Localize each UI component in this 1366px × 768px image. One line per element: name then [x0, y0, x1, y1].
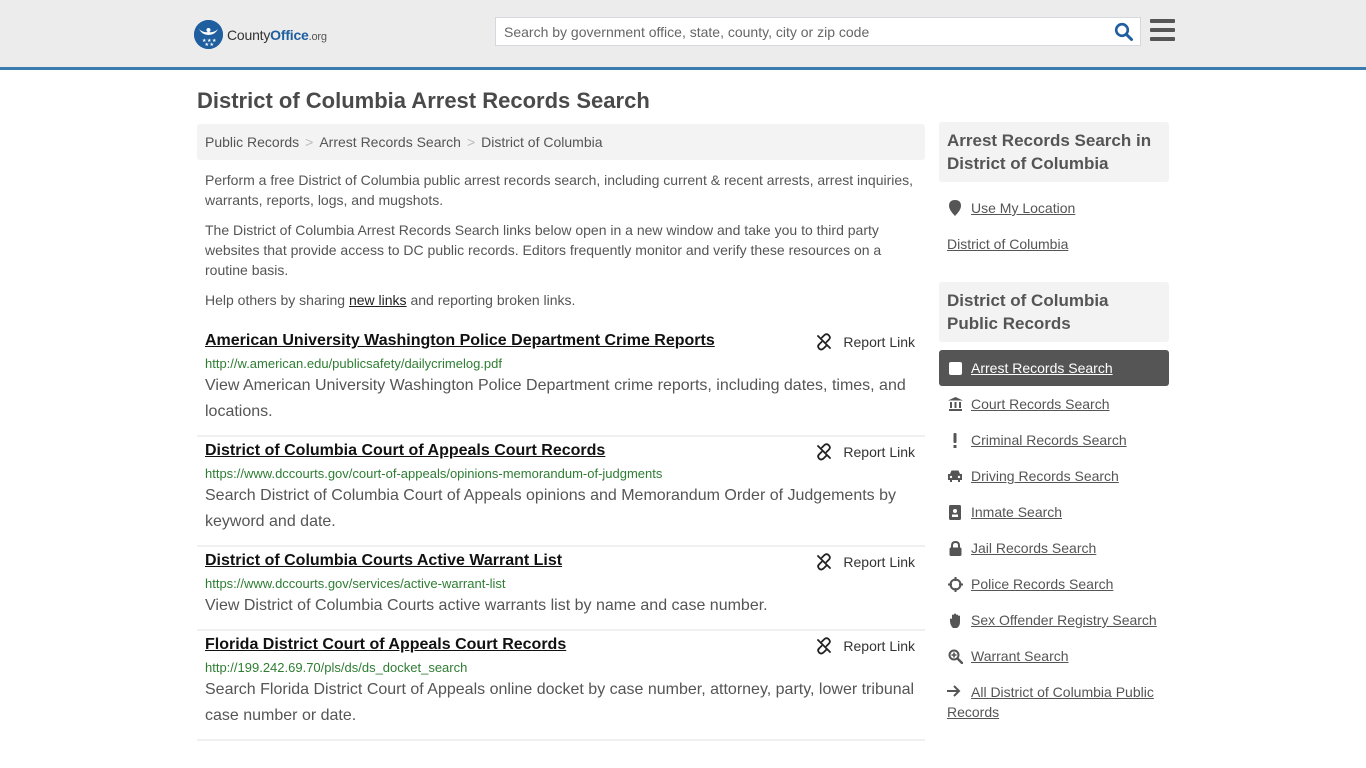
intro-paragraph-1: Perform a free District of Columbia publ…	[205, 172, 914, 208]
result-item: Florida District Court of Appeals Court …	[197, 631, 925, 741]
results-list: American University Washington Police De…	[197, 327, 925, 741]
report-link-button[interactable]: Report Link	[815, 553, 915, 571]
intro-paragraph-2: The District of Columbia Arrest Records …	[205, 222, 882, 278]
new-links-link[interactable]: new links	[349, 292, 407, 308]
result-url: http://199.242.69.70/pls/ds/ds_docket_se…	[205, 660, 468, 675]
broken-link-icon	[817, 553, 832, 571]
breadcrumb: Public Records > Arrest Records Search > Dis…	[197, 124, 925, 160]
logo-org: .org	[308, 30, 327, 43]
district-of-columbia-link[interactable]: District of Columbia	[947, 236, 1068, 252]
report-link-label: Report Link	[843, 554, 915, 570]
svg-text:★: ★	[210, 42, 215, 48]
result-title-link[interactable]: Florida District Court of Appeals Court …	[205, 635, 566, 655]
sidebar-item-all-public-records[interactable]: All District of Columbia Public Records	[939, 674, 1169, 730]
result-title-link[interactable]: District of Columbia Courts Active Warra…	[205, 551, 562, 571]
exclamation-icon	[947, 432, 963, 448]
hand-icon	[947, 613, 963, 628]
sidebar-item-inmate-search[interactable]: Inmate Search	[939, 494, 1169, 530]
crosshairs-icon	[947, 576, 963, 592]
sidebar-item-arrest-records[interactable]: Arrest Records Search	[939, 350, 1169, 386]
map-marker-icon	[947, 200, 963, 216]
sidebar-item-driving-records[interactable]: Driving Records Search	[939, 458, 1169, 494]
logo-county: County	[227, 26, 271, 43]
breadcrumb-separator: >	[305, 134, 314, 150]
eagle-logo-icon: ★ ★ ★ ★ ★	[194, 20, 223, 49]
car-icon	[947, 470, 963, 482]
report-link-button[interactable]: Report Link	[815, 637, 915, 655]
sidebar-item-criminal-records[interactable]: Criminal Records Search	[939, 422, 1169, 458]
logo-office: Office	[270, 26, 309, 43]
result-url: http://w.american.edu/publicsafety/daily…	[205, 356, 502, 371]
use-my-location[interactable]: Use My Location	[939, 190, 1169, 226]
site-logo[interactable]: ★ ★ ★ ★ ★ CountyOffice.org	[194, 20, 327, 49]
breadcrumb-arrest-records[interactable]: Arrest Records Search	[319, 134, 461, 150]
all-public-records-link[interactable]: All District of Columbia Public Records	[947, 684, 1154, 720]
intro-p3-text-after: and reporting broken links.	[406, 292, 576, 308]
id-badge-icon	[947, 504, 963, 520]
sidebar: Arrest Records Search in District of Col…	[939, 122, 1169, 730]
result-description: Search District of Columbia Court of App…	[205, 487, 897, 530]
search-input[interactable]	[496, 18, 1106, 45]
sidebar-item-court-records[interactable]: Court Records Search	[939, 386, 1169, 422]
sidebar-item-sex-offender-registry[interactable]: Sex Offender Registry Search	[939, 602, 1169, 638]
intro-p3-text: Help others by sharing	[205, 292, 349, 308]
sidebar-item-warrant-search[interactable]: Warrant Search	[939, 638, 1169, 674]
sidebar-item-label[interactable]: Sex Offender Registry Search	[971, 612, 1157, 628]
broken-link-icon	[817, 637, 832, 655]
sidebar-item-label[interactable]: Police Records Search	[971, 576, 1113, 592]
result-item: District of Columbia Courts Active Warra…	[197, 547, 925, 631]
sidebar-item-label[interactable]: Criminal Records Search	[971, 432, 1127, 448]
sidebar-item-jail-records[interactable]: Jail Records Search	[939, 530, 1169, 566]
breadcrumb-public-records[interactable]: Public Records	[205, 134, 299, 150]
page-title: District of Columbia Arrest Records Sear…	[197, 88, 650, 113]
sidebar-item-label[interactable]: Inmate Search	[971, 504, 1062, 520]
report-link-label: Report Link	[843, 638, 915, 654]
broken-link-icon	[817, 443, 832, 461]
sidebar-item-label[interactable]: Jail Records Search	[971, 540, 1096, 556]
sidebar-item-label[interactable]: Warrant Search	[971, 648, 1069, 664]
intro-text: Perform a free District of Columbia publ…	[205, 170, 920, 320]
result-item: American University Washington Police De…	[197, 327, 925, 437]
search-button[interactable]	[1114, 22, 1134, 42]
use-my-location-link[interactable]: Use My Location	[971, 200, 1075, 216]
intro-paragraph-3: Help others by sharing new links and rep…	[205, 290, 920, 310]
logo-text: CountyOffice.org	[227, 27, 327, 43]
report-link-label: Report Link	[843, 444, 915, 460]
sidebar-location-heading: Arrest Records Search in District of Col…	[939, 122, 1169, 182]
result-title-link[interactable]: District of Columbia Court of Appeals Co…	[205, 441, 605, 461]
location-link-row: District of Columbia	[939, 226, 1169, 262]
result-description: Search Florida District Court of Appeals…	[205, 681, 915, 724]
report-link-button[interactable]: Report Link	[815, 333, 915, 351]
result-url: https://www.dccourts.gov/court-of-appeal…	[205, 466, 663, 481]
hamburger-menu-icon[interactable]	[1150, 19, 1175, 41]
square-icon	[947, 361, 963, 375]
zoom-in-icon	[947, 649, 963, 664]
arrow-right-icon	[947, 682, 963, 702]
sidebar-public-records-heading: District of Columbia Public Records	[939, 282, 1169, 342]
result-url: https://www.dccourts.gov/services/active…	[205, 576, 506, 591]
breadcrumb-separator: >	[466, 134, 476, 150]
result-description: View American University Washington Poli…	[205, 377, 906, 420]
report-link-button[interactable]: Report Link	[815, 443, 915, 461]
top-header: ★ ★ ★ ★ ★ CountyOffice.org	[0, 0, 1366, 70]
broken-link-icon	[817, 333, 832, 351]
sidebar-item-label[interactable]: Driving Records Search	[971, 468, 1119, 484]
lock-icon	[947, 540, 963, 556]
result-description: View District of Columbia Courts active …	[205, 597, 768, 614]
breadcrumb-district-of-columbia[interactable]: District of Columbia	[481, 134, 602, 150]
search-icon	[1114, 22, 1133, 41]
search-bar	[495, 17, 1141, 46]
report-link-label: Report Link	[843, 334, 915, 350]
result-item: District of Columbia Court of Appeals Co…	[197, 437, 925, 547]
sidebar-item-label[interactable]: Arrest Records Search	[971, 360, 1113, 376]
sidebar-item-label[interactable]: Court Records Search	[971, 396, 1110, 412]
result-title-link[interactable]: American University Washington Police De…	[205, 331, 715, 351]
courthouse-icon	[947, 397, 963, 411]
sidebar-item-police-records[interactable]: Police Records Search	[939, 566, 1169, 602]
